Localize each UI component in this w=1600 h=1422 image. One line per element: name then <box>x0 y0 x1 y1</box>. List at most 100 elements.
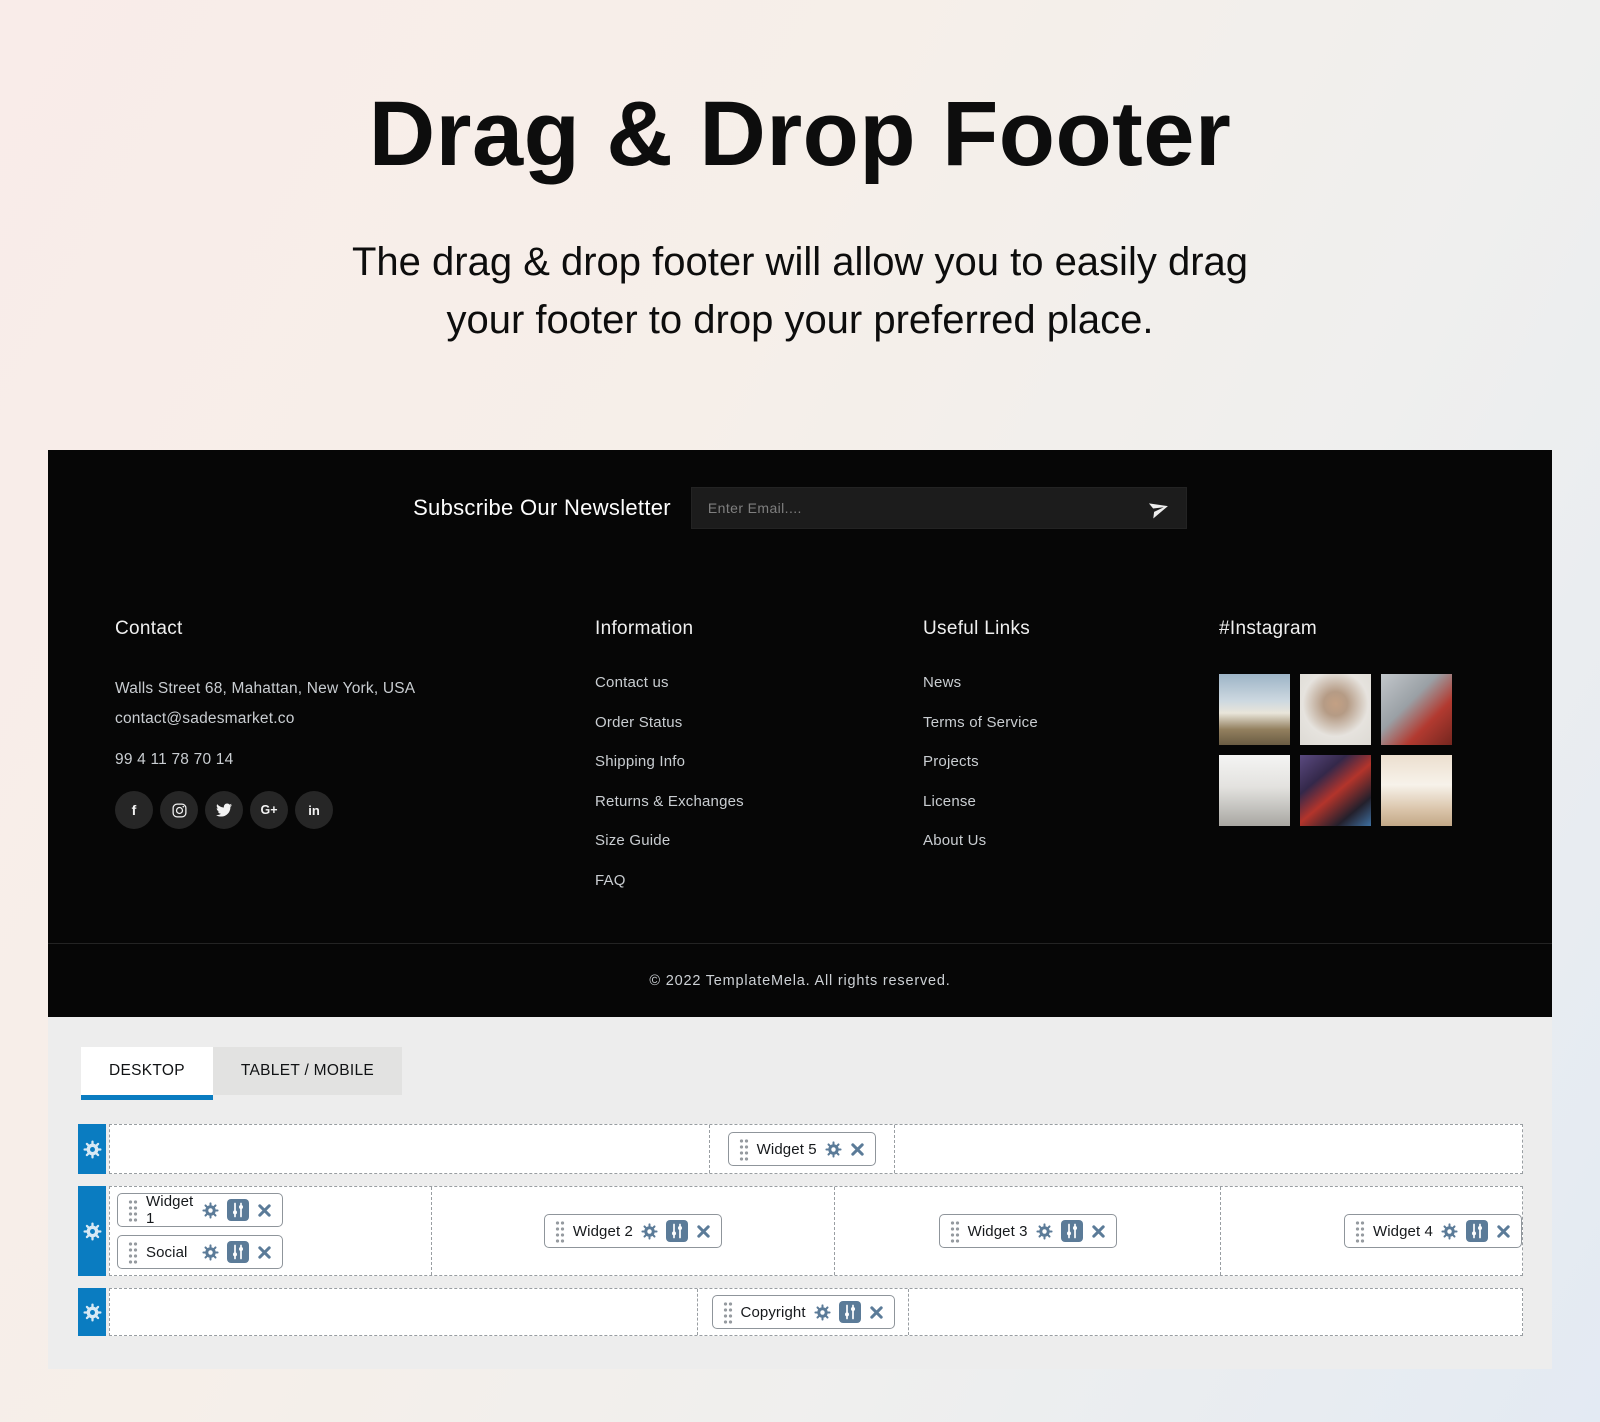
linkedin-button[interactable]: in <box>295 791 333 829</box>
layout-sliders-icon[interactable] <box>227 1199 249 1221</box>
remove-icon[interactable] <box>850 1142 865 1157</box>
layout-sliders-icon[interactable] <box>666 1220 688 1242</box>
instagram-photo-bedroom[interactable] <box>1219 755 1290 826</box>
drag-handle-icon[interactable] <box>128 1241 138 1264</box>
gear-icon[interactable] <box>202 1244 219 1261</box>
widget-chip-label: Widget 3 <box>968 1223 1028 1240</box>
drag-handle-icon[interactable] <box>723 1301 733 1324</box>
instagram-photo-girl-glasses[interactable] <box>1300 674 1371 745</box>
footer-preview: Subscribe Our Newsletter Contact Walls S… <box>48 450 1552 1017</box>
instagram-photo-biker[interactable] <box>1219 674 1290 745</box>
instagram-photo-mechanic[interactable] <box>1381 674 1452 745</box>
layout-sliders-icon[interactable] <box>1061 1220 1083 1242</box>
footer-link[interactable]: Size Guide <box>595 832 670 849</box>
footer-column-contact: Contact Walls Street 68, Mahattan, New Y… <box>115 618 415 829</box>
widget-chip-widget1[interactable]: Widget 1 <box>117 1193 283 1227</box>
footer-link[interactable]: Contact us <box>595 674 669 691</box>
widget-chip-copyright[interactable]: Copyright <box>712 1295 895 1329</box>
row-settings-handle[interactable] <box>78 1124 106 1174</box>
widget-chip-widget2[interactable]: Widget 2 <box>544 1214 722 1248</box>
gear-icon[interactable] <box>825 1141 842 1158</box>
contact-address: Walls Street 68, Mahattan, New York, USA <box>115 674 415 704</box>
gear-icon[interactable] <box>1441 1223 1458 1240</box>
contact-email[interactable]: contact@sadesmarket.co <box>115 704 415 734</box>
subtitle-line-2: your footer to drop your preferred place… <box>0 291 1600 349</box>
tab-desktop[interactable]: DESKTOP <box>81 1047 213 1100</box>
gear-icon[interactable] <box>814 1304 831 1321</box>
remove-icon[interactable] <box>869 1305 884 1320</box>
builder-row-top: Widget 5 <box>78 1124 1523 1174</box>
layout-sliders-icon[interactable] <box>227 1241 249 1263</box>
instagram-photo-firefighter[interactable] <box>1300 755 1371 826</box>
widget-chip-widget5[interactable]: Widget 5 <box>728 1132 876 1166</box>
builder-row-middle: Widget 1 Social <box>78 1186 1523 1276</box>
contact-phone[interactable]: 99 4 11 78 70 14 <box>115 751 415 769</box>
drag-handle-icon[interactable] <box>739 1138 749 1161</box>
footer-column-instagram: #Instagram <box>1219 618 1452 826</box>
gear-icon[interactable] <box>202 1202 219 1219</box>
footer-link[interactable]: FAQ <box>595 872 626 889</box>
facebook-button[interactable]: f <box>115 791 153 829</box>
drag-handle-icon[interactable] <box>1355 1220 1365 1243</box>
builder-column: Widget 1 Social <box>110 1187 431 1275</box>
footer-link[interactable]: About Us <box>923 832 986 849</box>
gear-icon <box>83 1303 102 1322</box>
footer-column-useful-links: Useful Links News Terms of Service Proje… <box>923 618 1038 872</box>
hero-section: Drag & Drop Footer The drag & drop foote… <box>0 0 1600 349</box>
instagram-photo-wedding[interactable] <box>1381 755 1452 826</box>
footer-link[interactable]: Shipping Info <box>595 753 685 770</box>
contact-heading: Contact <box>115 618 415 640</box>
builder-row-body: Copyright <box>109 1288 1523 1336</box>
drag-handle-icon[interactable] <box>128 1199 138 1222</box>
widget-chip-label: Widget 4 <box>1373 1223 1433 1240</box>
newsletter-label: Subscribe Our Newsletter <box>413 495 671 521</box>
copyright-bar: © 2022 TemplateMela. All rights reserved… <box>48 943 1552 1017</box>
layout-sliders-icon[interactable] <box>1466 1220 1488 1242</box>
remove-icon[interactable] <box>257 1203 272 1218</box>
google-plus-button[interactable]: G+ <box>250 791 288 829</box>
drag-handle-icon[interactable] <box>950 1220 960 1243</box>
widget-chip-widget4[interactable]: Widget 4 <box>1344 1214 1522 1248</box>
gear-icon[interactable] <box>641 1223 658 1240</box>
builder-column <box>110 1289 697 1335</box>
widget-chip-label: Copyright <box>741 1304 806 1321</box>
useful-links-heading: Useful Links <box>923 618 1038 640</box>
social-icons-row: f G+ in <box>115 791 415 829</box>
builder-column: Widget 4 <box>1220 1187 1522 1275</box>
widget-chip-social[interactable]: Social <box>117 1235 283 1269</box>
row-settings-handle[interactable] <box>78 1186 106 1276</box>
list-item: License <box>923 793 1038 811</box>
gear-icon[interactable] <box>1036 1223 1053 1240</box>
remove-icon[interactable] <box>257 1245 272 1260</box>
remove-icon[interactable] <box>1091 1224 1106 1239</box>
instagram-button[interactable] <box>160 791 198 829</box>
builder-tabs: DESKTOP TABLET / MOBILE <box>81 1047 402 1100</box>
footer-link[interactable]: Projects <box>923 753 979 770</box>
useful-links: News Terms of Service Projects License A… <box>923 674 1038 850</box>
tab-tablet-mobile[interactable]: TABLET / MOBILE <box>213 1047 402 1095</box>
send-button[interactable] <box>1149 498 1170 519</box>
twitter-button[interactable] <box>205 791 243 829</box>
newsletter-bar: Subscribe Our Newsletter <box>48 450 1552 566</box>
email-input[interactable] <box>708 500 1149 516</box>
facebook-icon: f <box>132 802 137 818</box>
linkedin-icon: in <box>308 803 320 818</box>
footer-builder-panel: DESKTOP TABLET / MOBILE <box>48 1017 1552 1369</box>
widget-chip-label: Social <box>146 1244 194 1261</box>
drag-handle-icon[interactable] <box>555 1220 565 1243</box>
footer-link[interactable]: Terms of Service <box>923 714 1038 731</box>
footer-link[interactable]: Order Status <box>595 714 682 731</box>
footer-link[interactable]: License <box>923 793 976 810</box>
layout-sliders-icon[interactable] <box>839 1301 861 1323</box>
list-item: Order Status <box>595 714 744 732</box>
remove-icon[interactable] <box>1496 1224 1511 1239</box>
remove-icon[interactable] <box>696 1224 711 1239</box>
paper-plane-icon <box>1146 495 1172 521</box>
row-settings-handle[interactable] <box>78 1288 106 1336</box>
google-plus-icon: G+ <box>260 803 277 817</box>
widget-chip-widget3[interactable]: Widget 3 <box>939 1214 1117 1248</box>
footer-link[interactable]: News <box>923 674 961 691</box>
footer-link[interactable]: Returns & Exchanges <box>595 793 744 810</box>
builder-column <box>894 1125 1522 1173</box>
builder-row-body: Widget 5 <box>109 1124 1523 1174</box>
